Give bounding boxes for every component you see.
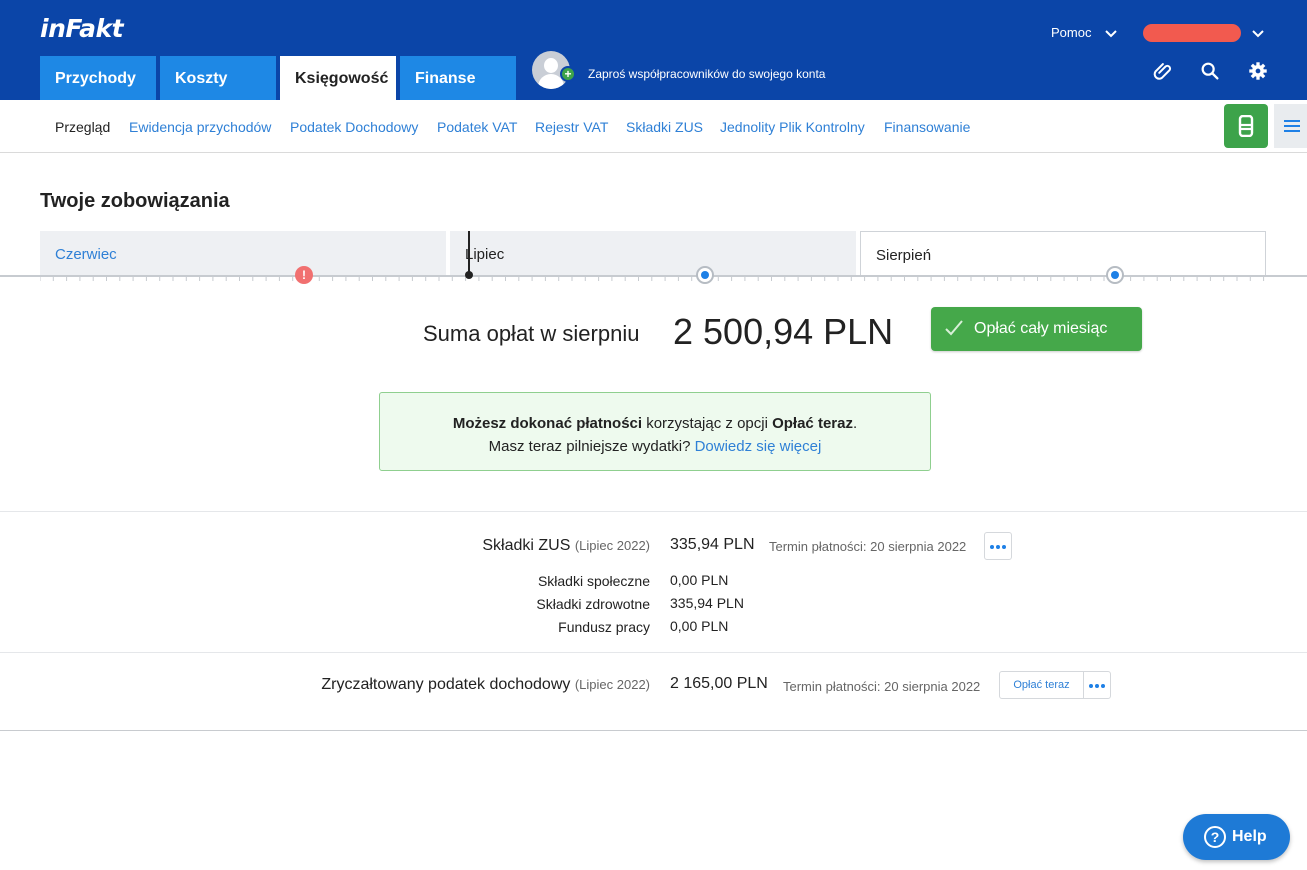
dot-icon	[1101, 684, 1105, 688]
hamburger-menu-button[interactable]	[1274, 104, 1307, 148]
subnav-podatek-dochodowy[interactable]: Podatek Dochodowy	[290, 119, 418, 135]
printer-icon	[1238, 115, 1254, 137]
tab-ksiegowosc[interactable]: Księgowość	[280, 56, 396, 100]
section-bottom-border	[0, 730, 1307, 731]
income-tax-period: (Lipiec 2022)	[574, 677, 650, 692]
subnav-rejestr-vat[interactable]: Rejestr VAT	[535, 119, 608, 135]
payment-info-notice: Możesz dokonać płatności korzystając z o…	[379, 392, 931, 471]
notice-question: Masz teraz pilniejsze wydatki?	[488, 438, 695, 455]
dot-icon	[996, 545, 1000, 549]
notice-period: .	[852, 415, 858, 432]
app-logo[interactable]: inFakt	[40, 14, 124, 43]
zus-detail-label: Składki społeczne	[537, 573, 650, 589]
zus-detail-value: 0,00 PLN	[670, 572, 729, 588]
pay-whole-month-button[interactable]: Opłać cały miesiąc	[931, 307, 1142, 351]
help-button-label: Help	[1232, 828, 1267, 845]
notice-line-2: Masz teraz pilniejsze wydatki? Dowiedz s…	[380, 435, 930, 458]
income-tax-title-text: Zryczałtowany podatek dochodowy	[321, 676, 571, 693]
today-marker	[468, 231, 470, 275]
user-account-menu[interactable]	[1143, 24, 1241, 42]
month-tab-lipiec[interactable]: Lipiec	[450, 231, 856, 276]
month-tab-sierpien[interactable]: Sierpień	[860, 231, 1266, 276]
pay-whole-month-label: Opłać cały miesiąc	[974, 320, 1108, 337]
avatar-head	[544, 58, 558, 73]
chevron-down-icon[interactable]	[1251, 29, 1265, 39]
month-tab-czerwiec[interactable]: Czerwiec	[40, 231, 446, 276]
zus-detail-value: 0,00 PLN	[670, 618, 729, 634]
dot-icon	[1002, 545, 1006, 549]
help-menu[interactable]: Pomoc	[1051, 25, 1091, 40]
subnav-skladki-zus[interactable]: Składki ZUS	[626, 119, 703, 135]
checkmark-icon	[945, 320, 963, 336]
subnav-finansowanie[interactable]: Finansowanie	[884, 119, 970, 135]
gear-icon[interactable]	[1247, 60, 1269, 82]
notice-text: korzystając z opcji	[642, 415, 773, 432]
sub-navigation: Przegląd Ewidencja przychodów Podatek Do…	[0, 100, 1307, 153]
help-button[interactable]: ? Help	[1183, 814, 1290, 860]
learn-more-link[interactable]: Dowiedz się więcej	[695, 438, 822, 455]
notice-bold-text: Możesz dokonać płatności	[452, 415, 643, 432]
row-divider	[0, 511, 1307, 512]
zus-title: Składki ZUS (Lipiec 2022)	[482, 537, 650, 555]
subnav-ewidencja-przychodow[interactable]: Ewidencja przychodów	[129, 119, 271, 135]
tab-koszty[interactable]: Koszty	[160, 56, 276, 100]
income-tax-deadline: Termin płatności: 20 sierpnia 2022	[783, 679, 981, 694]
chevron-down-icon[interactable]	[1104, 29, 1118, 39]
tab-przychody[interactable]: Przychody	[40, 56, 156, 100]
zus-amount: 335,94 PLN	[670, 536, 755, 553]
dot-icon	[990, 545, 994, 549]
row-divider	[0, 652, 1307, 653]
dot-icon	[1095, 684, 1099, 688]
month-sum-label: Suma opłat w sierpniu	[423, 321, 640, 346]
top-header: inFakt Przychody Koszty Księgowość Finan…	[0, 0, 1307, 100]
zus-deadline: Termin płatności: 20 sierpnia 2022	[769, 539, 967, 554]
month-sum-value: 2 500,94 PLN	[673, 311, 894, 352]
subnav-przeglad[interactable]: Przegląd	[55, 119, 110, 135]
notice-bold-option: Opłać teraz	[772, 415, 853, 432]
page-title: Twoje zobowiązania	[40, 190, 230, 212]
print-button[interactable]	[1224, 104, 1268, 148]
today-marker-dot	[465, 271, 473, 279]
question-icon: ?	[1204, 826, 1226, 848]
income-tax-title: Zryczałtowany podatek dochodowy (Lipiec …	[321, 676, 650, 694]
zus-title-text: Składki ZUS	[482, 537, 571, 554]
add-user-icon[interactable]: +	[560, 66, 576, 82]
pay-now-button[interactable]: Opłać teraz	[999, 671, 1084, 699]
notice-line-1: Możesz dokonać płatności korzystając z o…	[380, 412, 930, 435]
zus-more-options-button[interactable]	[984, 532, 1012, 560]
deadline-marker-sierpien[interactable]	[1106, 266, 1124, 284]
income-tax-amount: 2 165,00 PLN	[670, 675, 768, 692]
zus-detail-label: Fundusz pracy	[558, 619, 650, 635]
tab-finanse[interactable]: Finanse	[400, 56, 516, 100]
income-tax-more-options-button[interactable]	[1083, 671, 1111, 699]
zus-detail-label: Składki zdrowotne	[536, 596, 650, 612]
hamburger-icon	[1284, 120, 1300, 132]
subnav-podatek-vat[interactable]: Podatek VAT	[437, 119, 517, 135]
search-icon[interactable]	[1199, 60, 1221, 82]
zus-period: (Lipiec 2022)	[574, 538, 650, 553]
invite-coworkers-link[interactable]: Zaproś współpracowników do swojego konta	[588, 67, 825, 81]
dot-icon	[1089, 684, 1093, 688]
overdue-alert-icon[interactable]: !	[295, 266, 313, 284]
timeline-ticks	[40, 276, 1265, 281]
zus-detail-value: 335,94 PLN	[670, 595, 744, 611]
deadline-marker-lipiec[interactable]	[696, 266, 714, 284]
paperclip-icon[interactable]	[1151, 60, 1173, 82]
subnav-jpk[interactable]: Jednolity Plik Kontrolny	[720, 119, 865, 135]
